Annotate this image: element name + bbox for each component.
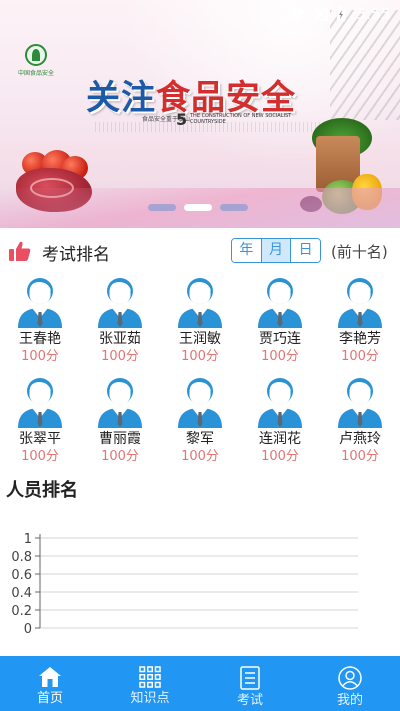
person-score: 100分 bbox=[261, 349, 299, 364]
avatar-icon bbox=[98, 378, 142, 428]
chart-y-tick-label: 0.4 bbox=[11, 586, 32, 601]
user-icon bbox=[338, 666, 362, 690]
person-score: 100分 bbox=[21, 449, 59, 464]
person-name: 张翠平 bbox=[19, 431, 61, 447]
ranking-person[interactable]: 王春艳 100分 bbox=[0, 274, 80, 366]
person-name: 贾巧连 bbox=[259, 331, 301, 347]
food-safety-logo: 中国食品安全 bbox=[18, 44, 54, 80]
logo-text: 中国食品安全 bbox=[18, 70, 55, 77]
person-name: 王润敏 bbox=[179, 331, 221, 347]
nav-exam[interactable]: 考试 bbox=[200, 656, 300, 711]
nav-knowledge[interactable]: 知识点 bbox=[100, 656, 200, 711]
grid-icon bbox=[139, 666, 161, 688]
ranking-person[interactable]: 连润花 100分 bbox=[240, 374, 320, 466]
avatar-icon bbox=[18, 378, 62, 428]
staff-ranking-chart: 0 0.2 0.4 0.6 0.8 1 bbox=[11, 532, 358, 637]
nav-home-label: 首页 bbox=[36, 691, 63, 706]
pager-dot-active[interactable] bbox=[184, 204, 212, 211]
ranking-person[interactable]: 曹丽霞 100分 bbox=[80, 374, 160, 466]
nav-profile-label: 我的 bbox=[336, 693, 363, 708]
chart-y-tick-label: 0.8 bbox=[11, 550, 32, 565]
person-name: 王春艳 bbox=[19, 331, 61, 347]
leaf-logo-icon bbox=[25, 44, 47, 66]
person-name: 卢燕玲 bbox=[339, 431, 381, 447]
ranking-person[interactable]: 黎军 100分 bbox=[160, 374, 240, 466]
thumbs-up-icon bbox=[9, 241, 31, 261]
chart-y-tick-label: 0.2 bbox=[11, 604, 32, 619]
nav-knowledge-label: 知识点 bbox=[130, 691, 170, 706]
chart-y-tick-label: 0.6 bbox=[11, 568, 32, 583]
person-score: 100分 bbox=[181, 349, 219, 364]
avatar-icon bbox=[258, 278, 302, 328]
banner-headline: 关注食品安全 bbox=[86, 70, 296, 119]
ranking-person[interactable]: 李艳芳 100分 bbox=[320, 274, 400, 366]
ranking-person[interactable]: 张亚茹 100分 bbox=[80, 274, 160, 366]
person-name: 李艳芳 bbox=[339, 331, 381, 347]
exam-ranking-title: 考试排名 bbox=[42, 245, 110, 265]
avatar-icon bbox=[98, 278, 142, 328]
person-name: 张亚茹 bbox=[99, 331, 141, 347]
chart-y-tick-label: 0 bbox=[24, 622, 32, 637]
wifi-icon bbox=[288, 7, 306, 20]
nav-profile[interactable]: 我的 bbox=[300, 656, 400, 711]
period-month-tab[interactable]: 月 bbox=[260, 239, 291, 262]
person-score: 100分 bbox=[181, 449, 219, 464]
avatar-icon bbox=[178, 278, 222, 328]
ranking-person[interactable]: 张翠平 100分 bbox=[0, 374, 80, 466]
ranking-person[interactable]: 卢燕玲 100分 bbox=[320, 374, 400, 466]
person-name: 曹丽霞 bbox=[99, 431, 141, 447]
period-selector[interactable]: 年 月 日 bbox=[231, 238, 321, 263]
banner-carousel[interactable]: 中国食品安全 关注食品安全 食品安全重于泰山 5 THE CONSTRUCTIO… bbox=[0, 0, 400, 228]
staff-ranking-title: 人员排名 bbox=[6, 480, 78, 501]
avatar-icon bbox=[18, 278, 62, 328]
nav-home[interactable]: 首页 bbox=[0, 656, 100, 711]
status-bar: 3:55 bbox=[0, 0, 400, 28]
person-name: 连润花 bbox=[259, 431, 301, 447]
pager-dot[interactable] bbox=[220, 204, 248, 211]
chart-y-tick-label: 1 bbox=[24, 532, 32, 547]
document-icon bbox=[240, 666, 260, 690]
person-score: 100分 bbox=[261, 449, 299, 464]
no-signal-icon bbox=[314, 7, 329, 21]
person-score: 100分 bbox=[101, 449, 139, 464]
bottom-nav: 首页 知识点 考试 我的 bbox=[0, 656, 400, 711]
period-day-tab[interactable]: 日 bbox=[290, 239, 320, 262]
pager-dot[interactable] bbox=[148, 204, 176, 211]
carousel-pager bbox=[148, 204, 248, 211]
status-time: 3:55 bbox=[356, 5, 390, 23]
ranking-person[interactable]: 贾巧连 100分 bbox=[240, 274, 320, 366]
home-icon bbox=[39, 667, 61, 687]
nav-exam-label: 考试 bbox=[236, 693, 263, 708]
headline-part1: 关注 bbox=[86, 78, 156, 118]
person-score: 100分 bbox=[341, 449, 379, 464]
avatar-icon bbox=[338, 278, 382, 328]
person-score: 100分 bbox=[101, 349, 139, 364]
avatar-icon bbox=[258, 378, 302, 428]
person-score: 100分 bbox=[341, 349, 379, 364]
avatar-icon bbox=[338, 378, 382, 428]
banner-subtitle-number: 5 bbox=[176, 110, 188, 129]
ranking-person[interactable]: 王润敏 100分 bbox=[160, 274, 240, 366]
period-year-tab[interactable]: 年 bbox=[232, 239, 261, 262]
person-name: 黎军 bbox=[186, 431, 214, 447]
exam-ranking-header: 考试排名 年 月 日 (前十名) bbox=[0, 232, 400, 270]
banner-subtitle-en: THE CONSTRUCTION OF NEW SOCIALIST COUNTR… bbox=[190, 113, 292, 125]
avatar-icon bbox=[178, 378, 222, 428]
battery-charging-icon bbox=[337, 6, 346, 22]
top-ten-note: (前十名) bbox=[331, 243, 388, 261]
person-score: 100分 bbox=[21, 349, 59, 364]
